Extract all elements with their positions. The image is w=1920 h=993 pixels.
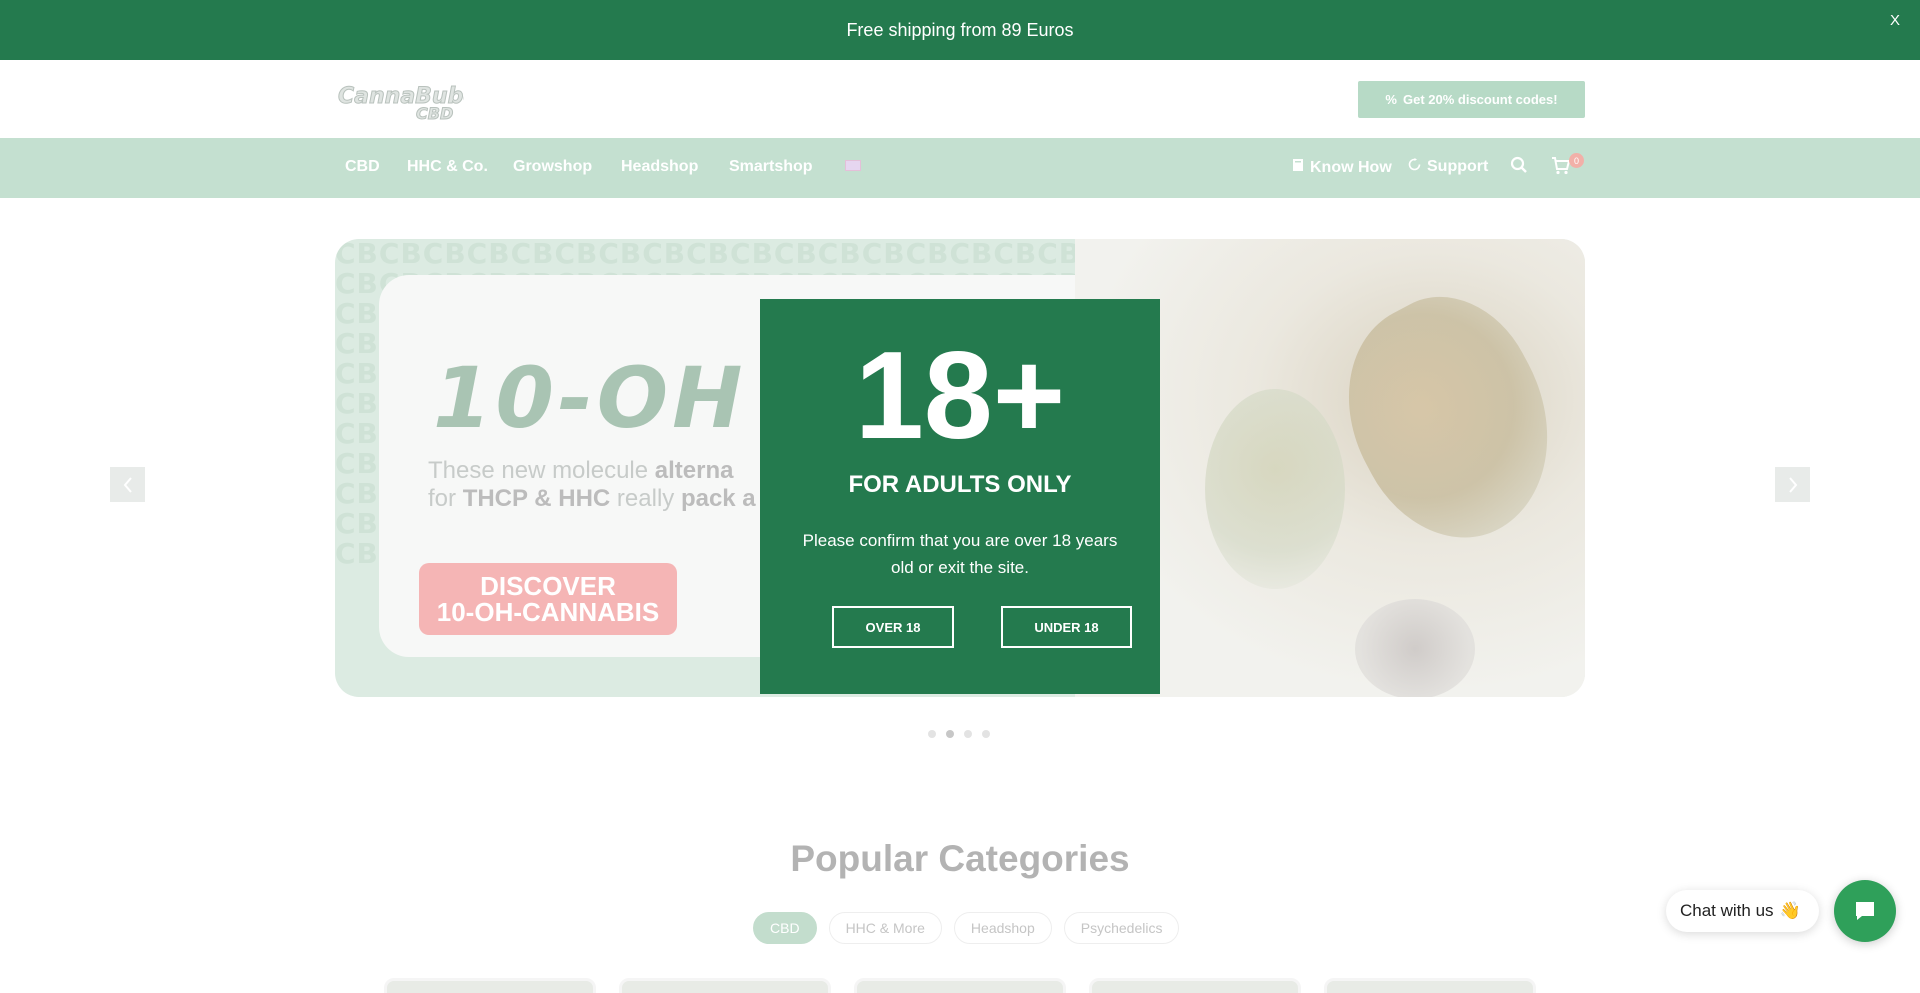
wave-icon: 👋 [1779,901,1801,920]
tab-hhc-more[interactable]: HHC & More [828,912,942,944]
nav-item-headshop[interactable]: Headshop [621,158,698,176]
hero-subtitle-bold: pack a [680,485,756,512]
tab-headshop[interactable]: Headshop [953,912,1052,944]
category-card[interactable] [1089,978,1301,993]
book-icon [1292,158,1304,177]
know-how-label: Know How [1310,158,1392,176]
category-card[interactable] [384,978,596,993]
hero-bud-image [1355,599,1475,697]
hero-subtitle-text: These new molecule [428,457,655,484]
percent-icon: % [1385,92,1397,107]
chat-button[interactable] [1834,880,1896,942]
slider-dot[interactable] [982,730,990,738]
chevron-left-icon [123,476,132,493]
category-card[interactable] [619,978,831,993]
know-how-link[interactable]: Know How [1292,158,1392,177]
popular-categories-title: Popular Categories [790,838,1130,879]
slider-next-button[interactable] [1775,467,1810,502]
slider-dots [928,730,990,738]
discount-codes-button[interactable]: % Get 20% discount codes! [1358,81,1585,118]
nav-item-hhc[interactable]: HHC & Co. [407,158,488,176]
site-header: CannaBuben CBD % Get 20% discount codes! [0,60,1920,138]
support-link[interactable]: Support [1408,158,1488,176]
age-gate-heading: 18+ [854,327,1066,465]
age-gate-subtitle: FOR ADULTS ONLY [848,471,1072,498]
search-icon[interactable] [1510,156,1528,174]
hero-subtitle-text: really [610,485,681,512]
uk-flag-icon[interactable] [845,160,861,171]
hero-subtitle: These new molecule alterna for THCP & HH… [428,457,756,513]
discount-codes-label: Get 20% discount codes! [1402,92,1558,107]
age-gate-modal: 18+ FOR ADULTS ONLY Please confirm that … [760,299,1160,694]
announcement-bar: Free shipping from 89 Euros X [0,0,1920,60]
category-card[interactable] [1324,978,1536,993]
nav-item-cbd[interactable]: CBD [345,158,380,176]
refresh-icon [1408,158,1421,176]
main-nav: CBD HHC & Co. Growshop Headshop Smartsho… [0,138,1920,198]
chat-with-us-label[interactable]: Chat with us 👋 [1666,890,1819,932]
over-18-button[interactable]: OVER 18 [832,606,954,648]
chat-label-text: Chat with us [1680,901,1774,920]
svg-text:CBD: CBD [416,104,453,123]
hero-subtitle-bold: THCP & HHC [462,485,611,512]
slider-prev-button[interactable] [110,467,145,502]
nav-item-smartshop[interactable]: Smartshop [729,158,813,176]
slider-dot-active[interactable] [946,730,954,738]
hero-bud-image [1205,389,1345,589]
tab-psychedelics[interactable]: Psychedelics [1063,912,1180,944]
hero-subtitle-bold: alterna [654,457,734,484]
cart-icon[interactable] [1551,157,1571,175]
hero-subtitle-text: for [428,485,463,512]
age-gate-text: Please confirm that you are over 18 year… [802,531,1118,577]
tab-cbd[interactable]: CBD [753,912,817,944]
cart-count-badge: 0 [1569,153,1584,168]
announcement-close-button[interactable]: X [1890,12,1900,29]
slider-dot[interactable] [928,730,936,738]
discover-button[interactable]: DISCOVER 10-OH-CANNABIS [419,563,677,635]
slider-dot[interactable] [964,730,972,738]
under-18-button[interactable]: UNDER 18 [1001,606,1132,648]
support-label: Support [1427,158,1489,175]
category-card[interactable] [854,978,1066,993]
chat-bubble-icon [1856,902,1874,920]
category-tabs: CBD HHC & More Headshop Psychedelics [753,912,1180,944]
site-logo[interactable]: CannaBuben CBD [336,75,495,124]
nav-item-growshop[interactable]: Growshop [513,158,592,176]
chevron-right-icon [1788,476,1797,493]
announcement-text: Free shipping from 89 Euros [846,19,1074,40]
discover-label-line2: 10-OH-CANNABIS [436,597,660,627]
